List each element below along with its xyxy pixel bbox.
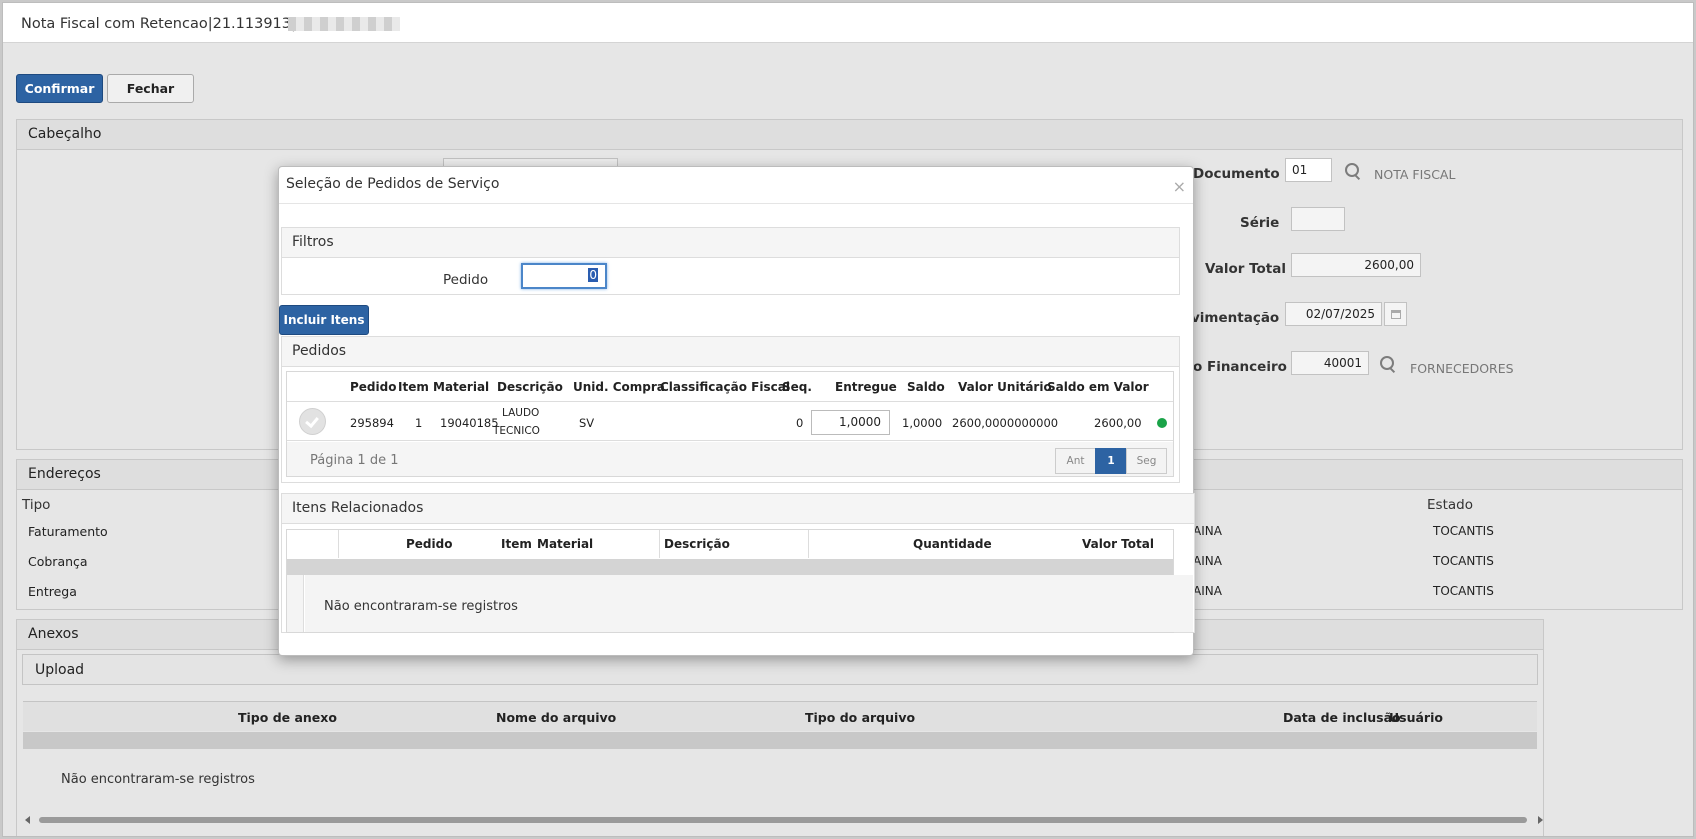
row-saldo-valor: 2600,00 xyxy=(1094,416,1142,430)
serie-input[interactable] xyxy=(1291,207,1345,231)
pedido-label: Pedido xyxy=(443,272,489,288)
close-icon[interactable]: × xyxy=(1173,177,1186,196)
movement-date-input[interactable]: 02/07/2025 xyxy=(1285,302,1382,326)
row-descricao-line2: TECNICO xyxy=(493,425,540,437)
col-tipo-arquivo: Tipo do arquivo xyxy=(805,710,916,725)
doc-input[interactable]: 01 xyxy=(1285,158,1332,182)
pedido-input-value: 0 xyxy=(588,268,598,282)
address-city: AINA xyxy=(1193,524,1222,538)
scrollbar-thumb[interactable] xyxy=(39,817,1527,823)
total-label: Valor Total xyxy=(1205,261,1286,277)
confirm-button[interactable]: Confirmar xyxy=(16,74,103,103)
col-seq: Seq. xyxy=(782,380,812,394)
related-row-gutter xyxy=(287,575,304,632)
col-entregue: Entregue xyxy=(835,380,897,394)
address-estado: TOCANTIS xyxy=(1433,584,1494,598)
doc-description: NOTA FISCAL xyxy=(1374,167,1456,182)
address-city: AINA xyxy=(1193,554,1222,568)
calendar-icon xyxy=(1391,310,1401,319)
attachments-empty-text: Não encontraram-se registros xyxy=(61,772,255,787)
pagination-prev-button[interactable]: Ant xyxy=(1055,448,1096,474)
close-button[interactable]: Fechar xyxy=(107,74,194,103)
col-usuario: Usuário xyxy=(1389,710,1443,725)
pagination-text: Página 1 de 1 xyxy=(310,453,399,468)
col-divider xyxy=(659,530,660,558)
row-seq: 0 xyxy=(796,416,804,430)
col-data-inclusao: Data de inclusão xyxy=(1283,710,1401,725)
serie-label: Série xyxy=(1240,215,1280,231)
row-descricao-line1: LAUDO xyxy=(502,407,540,419)
filters-panel: Filtros xyxy=(281,227,1180,295)
modal-title: Seleção de Pedidos de Serviço xyxy=(286,176,500,192)
order-selection-modal: Seleção de Pedidos de Serviço × Filtros … xyxy=(278,166,1195,656)
modal-divider xyxy=(279,203,1193,204)
redacted-text xyxy=(288,17,400,31)
title-bar: Nota Fiscal com Retencao|21.113913| xyxy=(3,3,1693,43)
financial-label: o Financeiro xyxy=(1193,359,1287,375)
horizontal-scrollbar[interactable] xyxy=(25,815,1545,825)
doc-label: Documento xyxy=(1193,166,1280,182)
row-unid: SV xyxy=(579,416,595,430)
col-item: Item xyxy=(501,537,532,551)
include-items-button[interactable]: Incluir Itens xyxy=(279,305,369,335)
movement-label: vimentação xyxy=(1191,310,1280,326)
scroll-left-icon[interactable] xyxy=(25,816,30,824)
financial-description: FORNECEDORES xyxy=(1410,361,1514,376)
pagination-current-page[interactable]: 1 xyxy=(1095,448,1127,474)
address-tipo: Entrega xyxy=(28,584,77,599)
checkmark-icon xyxy=(305,413,319,429)
calendar-button[interactable] xyxy=(1384,302,1407,326)
col-divider xyxy=(338,530,339,558)
col-unid-compra: Unid. Compra xyxy=(573,380,665,394)
row-entregue-input[interactable]: 1,0000 xyxy=(811,410,890,435)
total-input[interactable]: 2600,00 xyxy=(1291,253,1421,277)
col-descricao: Descrição xyxy=(497,380,563,394)
row-pedido: 295894 xyxy=(350,416,394,430)
col-pedido: Pedido xyxy=(350,380,397,394)
col-classificacao: Classificação Fiscal xyxy=(660,380,790,394)
col-material: Material xyxy=(537,537,594,551)
address-tipo: Cobrança xyxy=(28,554,88,569)
row-valor-unitario: 2600,0000000000 xyxy=(952,416,1059,430)
col-nome-arquivo: Nome do arquivo xyxy=(496,710,617,725)
row-item: 1 xyxy=(415,416,423,430)
search-icon[interactable] xyxy=(1380,356,1396,372)
upload-tab[interactable]: Upload xyxy=(22,654,1538,685)
col-tipo-anexo: Tipo de anexo xyxy=(238,710,337,725)
address-city: AINA xyxy=(1193,584,1222,598)
col-valor-unitario: Valor Unitário xyxy=(958,380,1052,394)
select-row-check-icon[interactable] xyxy=(299,408,326,435)
col-valor-total: Valor Total xyxy=(1082,537,1154,551)
col-saldo-valor: Saldo em Valor xyxy=(1047,380,1149,394)
orders-title: Pedidos xyxy=(282,337,1179,367)
row-material: 19040185 xyxy=(440,416,499,430)
related-items-title: Itens Relacionados xyxy=(282,494,1194,524)
status-indicator xyxy=(1157,418,1167,428)
col-descricao: Descrição xyxy=(664,537,730,551)
address-estado: TOCANTIS xyxy=(1433,554,1494,568)
row-saldo: 1,0000 xyxy=(902,416,943,430)
col-item: Item xyxy=(398,380,429,394)
attachments-table-band xyxy=(23,732,1537,749)
col-divider xyxy=(808,530,809,558)
related-table-band xyxy=(287,559,1173,575)
window-title: Nota Fiscal com Retencao|21.113913| xyxy=(21,16,296,32)
header-panel-title: Cabeçalho xyxy=(17,120,1682,150)
address-tipo: Faturamento xyxy=(28,524,108,539)
address-estado: TOCANTIS xyxy=(1433,524,1494,538)
addresses-col-estado: Estado xyxy=(1427,497,1473,513)
col-material: Material xyxy=(433,380,490,394)
pagination-bar xyxy=(287,442,1173,476)
col-pedido: Pedido xyxy=(406,537,453,551)
financial-input[interactable]: 40001 xyxy=(1291,351,1369,375)
pedido-input[interactable]: 0 xyxy=(521,263,607,289)
scroll-right-icon[interactable] xyxy=(1538,816,1543,824)
related-empty-text: Não encontraram-se registros xyxy=(324,599,518,614)
col-saldo: Saldo xyxy=(907,380,945,394)
search-icon[interactable] xyxy=(1345,163,1361,179)
filters-title: Filtros xyxy=(282,228,1179,258)
col-quantidade: Quantidade xyxy=(913,537,992,551)
addresses-col-tipo: Tipo xyxy=(22,497,51,513)
pagination-next-button[interactable]: Seg xyxy=(1126,448,1167,474)
